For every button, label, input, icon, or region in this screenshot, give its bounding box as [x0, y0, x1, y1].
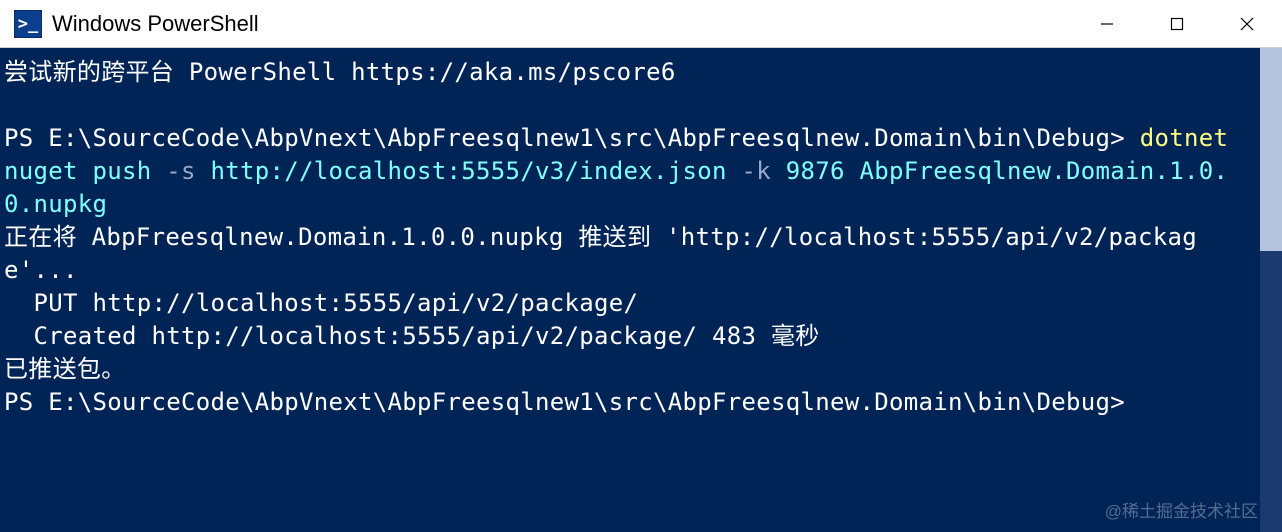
scrollbar-thumb[interactable]	[1260, 48, 1282, 251]
cmd-flag: -k	[741, 157, 785, 185]
prompt-path: E:\SourceCode\AbpVnext\AbpFreesqlnew1\sr…	[48, 124, 1110, 152]
watermark: @稀土掘金技术社区	[1105, 497, 1258, 522]
prompt-prefix: PS	[4, 124, 48, 152]
terminal-output[interactable]: 尝试新的跨平台 PowerShell https://aka.ms/pscore…	[0, 48, 1260, 532]
powershell-icon-glyph: >_	[18, 14, 38, 34]
output-line: 已推送包。	[4, 355, 126, 383]
window-title: Windows PowerShell	[52, 11, 1072, 37]
output-line: Created http://localhost:5555/api/v2/pac…	[4, 322, 820, 350]
window-controls	[1072, 0, 1282, 47]
prompt-suffix: >	[1110, 124, 1140, 152]
cmd-arg: http://localhost:5555/v3/index.json	[211, 157, 742, 185]
close-icon	[1239, 16, 1255, 32]
prompt-path: E:\SourceCode\AbpVnext\AbpFreesqlnew1\sr…	[48, 388, 1110, 416]
terminal[interactable]: 尝试新的跨平台 PowerShell https://aka.ms/pscore…	[0, 48, 1282, 532]
cmd-arg: nuget push	[4, 157, 166, 185]
cmd-arg: 9876	[786, 157, 860, 185]
maximize-icon	[1170, 17, 1184, 31]
output-line: 尝试新的跨平台 PowerShell https://aka.ms/pscore…	[4, 58, 676, 86]
cmd-flag: -s	[166, 157, 210, 185]
close-button[interactable]	[1212, 0, 1282, 47]
prompt-suffix: >	[1110, 388, 1125, 416]
output-line: PUT http://localhost:5555/api/v2/package…	[4, 289, 638, 317]
prompt-prefix: PS	[4, 388, 48, 416]
scrollbar[interactable]	[1260, 48, 1282, 532]
powershell-icon: >_	[14, 10, 42, 38]
minimize-button[interactable]	[1072, 0, 1142, 47]
cmd-token: dotnet	[1140, 124, 1243, 152]
output-line: 正在将 AbpFreesqlnew.Domain.1.0.0.nupkg 推送到…	[4, 223, 1197, 284]
minimize-icon	[1099, 16, 1115, 32]
blank-line	[4, 91, 19, 119]
maximize-button[interactable]	[1142, 0, 1212, 47]
titlebar: >_ Windows PowerShell	[0, 0, 1282, 48]
